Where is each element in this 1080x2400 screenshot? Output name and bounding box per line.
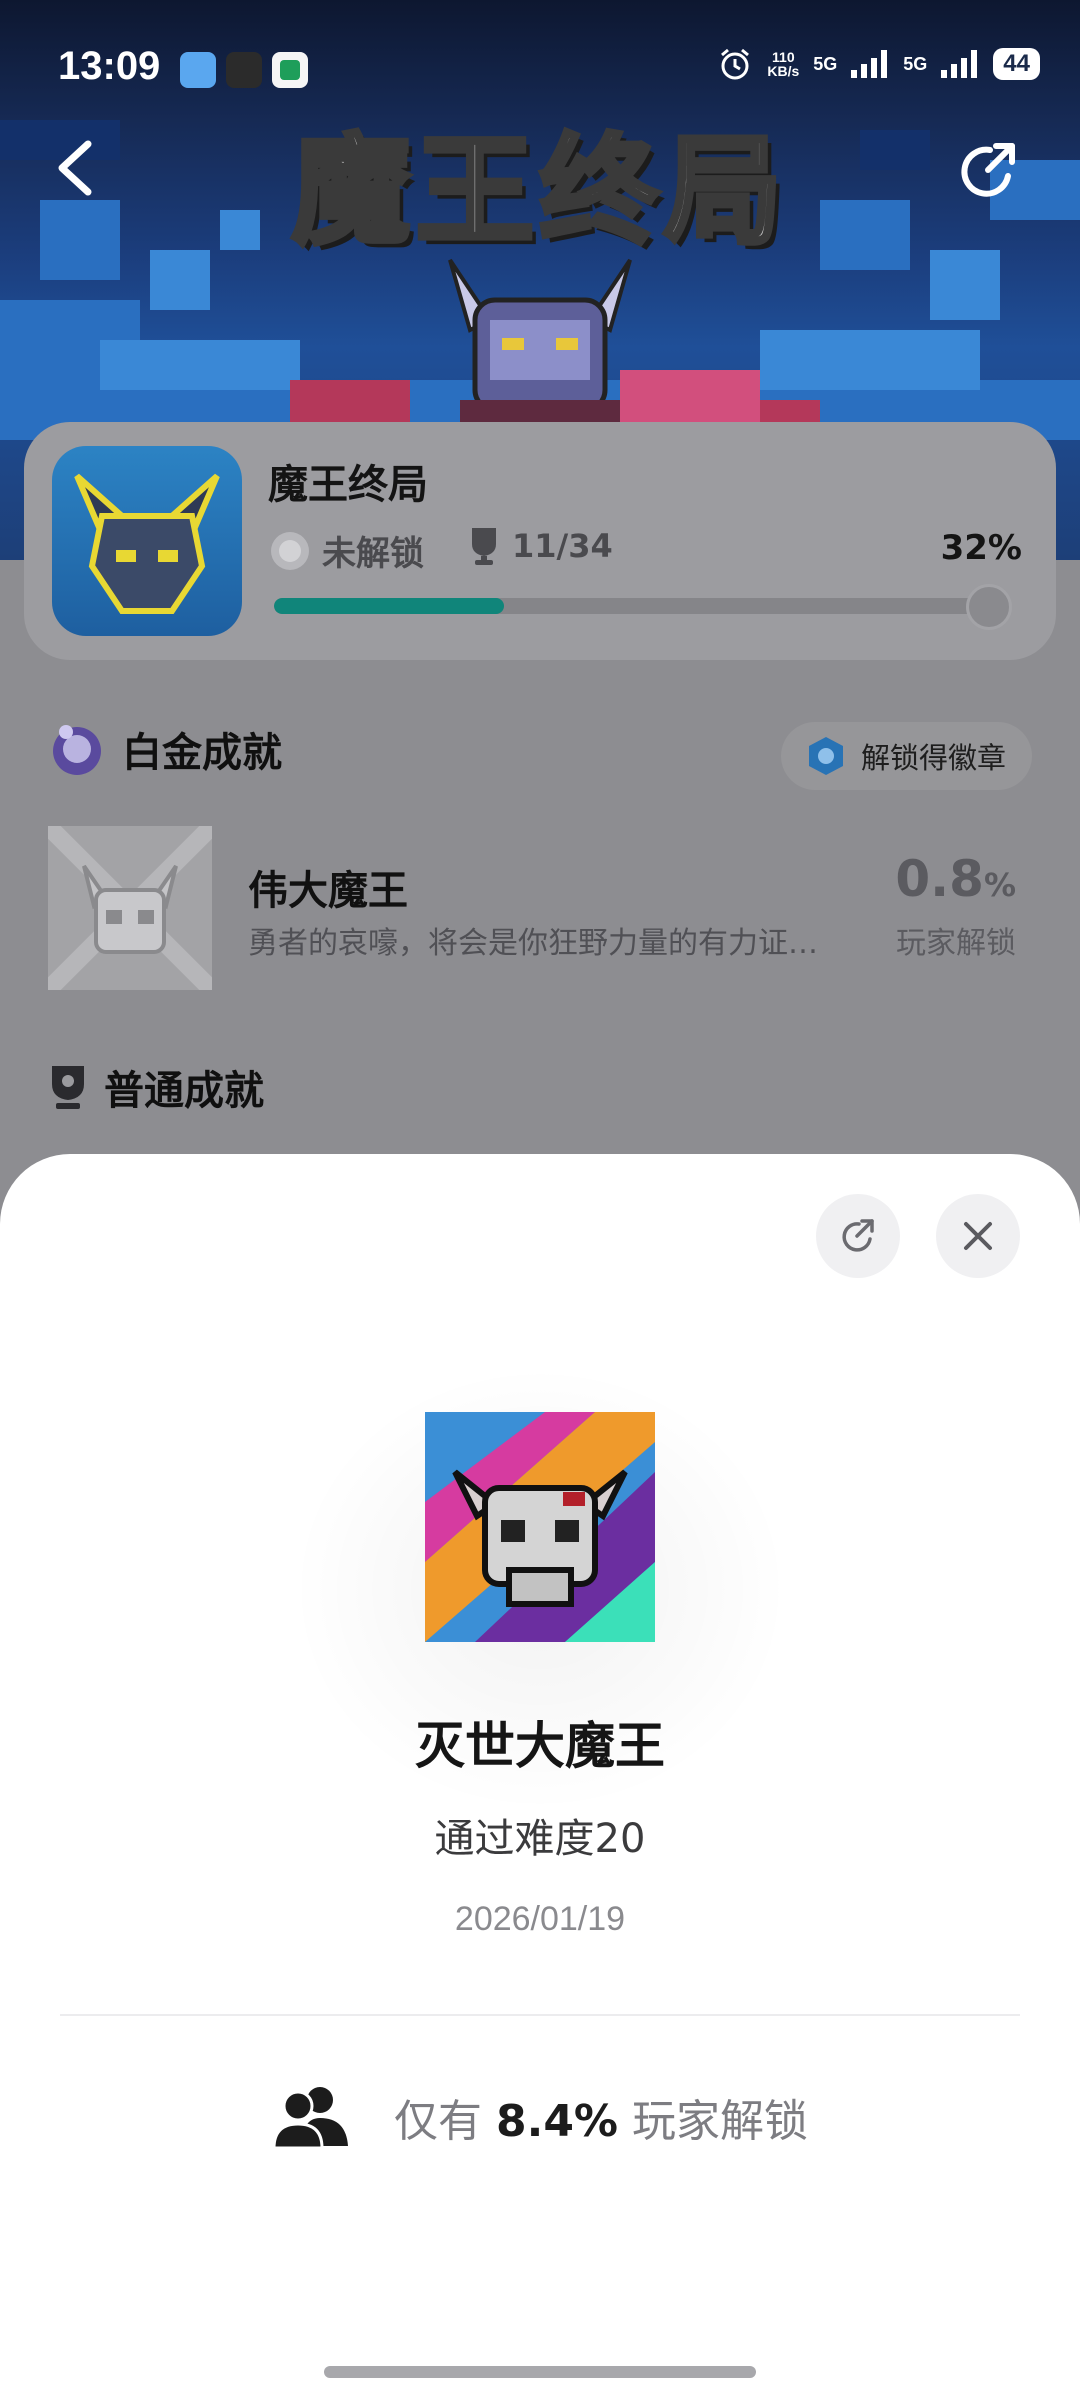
players-icon: [272, 2087, 348, 2150]
trophy-icon: [472, 528, 496, 565]
achievement-title: 灭世大魔王: [415, 1717, 665, 1775]
status-right-cluster: 110 KB/s 5G 5G 44: [717, 46, 1040, 82]
normal-heading-text: 普通成就: [104, 1068, 264, 1114]
home-indicator[interactable]: [324, 2366, 756, 2378]
progress-bar: [274, 598, 994, 614]
signal-label-2: 5G: [903, 53, 928, 74]
stat-prefix: 仅有: [393, 2096, 482, 2147]
signal-label-1: 5G: [813, 53, 838, 74]
skull-icon: [48, 826, 212, 990]
notification-app-icon: [226, 52, 262, 88]
achievement-icon: [425, 1412, 655, 1642]
unlock-stat-text: 仅有 8.4% 玩家解锁: [394, 2085, 808, 2149]
platinum-heading-text: 白金成就: [122, 730, 282, 776]
rate-unit: %: [983, 866, 1016, 904]
unlock-badge-button[interactable]: 解锁得徽章: [780, 722, 1032, 790]
game-title: 魔王终局: [268, 462, 428, 508]
share-button[interactable]: [956, 138, 1022, 204]
platinum-lock-state: 未解锁: [268, 526, 424, 575]
platinum-unlock-rate: 0.8%: [895, 850, 1016, 908]
platinum-section-heading: 白金成就: [48, 720, 282, 778]
demon-character-image: [448, 258, 632, 440]
lock-state-label: 未解锁: [322, 534, 424, 574]
signal-bars-icon: [851, 50, 888, 78]
demon-head-icon: [74, 473, 220, 614]
platinum-goal-icon: [966, 584, 1012, 630]
game-icon: [52, 446, 242, 636]
weather-app-icon: [180, 52, 216, 88]
rate-value: 0.8: [895, 850, 984, 908]
progress-bar-fill: [274, 598, 505, 614]
platinum-achievement-title: 伟大魔王: [248, 868, 408, 914]
achievement-description: 通过难度20: [434, 1816, 646, 1862]
netspeed: 110 KB/s: [767, 50, 799, 78]
trophy-count: 11/34: [468, 526, 613, 566]
status-time: 13:09: [58, 44, 161, 88]
close-icon: [964, 1222, 992, 1250]
game-summary-card[interactable]: 魔王终局 未解锁 11/34 32%: [24, 422, 1056, 660]
achievement-detail-sheet: 灭世大魔王 通过难度20 2026/01/19 仅有 8.4% 玩家解锁: [0, 1154, 1080, 2400]
sheet-share-button[interactable]: [816, 1194, 900, 1278]
badge-icon: [808, 737, 843, 775]
unlock-badge-label: 解锁得徽章: [860, 741, 1006, 775]
progress-percent: 32%: [940, 528, 1022, 568]
platinum-achievement-thumbnail: [48, 826, 212, 990]
battery-indicator: 44: [993, 48, 1040, 80]
back-button[interactable]: [50, 138, 98, 198]
status-bar: 13:09 110 KB/s 5G 5G 44: [0, 0, 1080, 140]
netspeed-value: 110: [772, 49, 795, 65]
unlock-stat-row: 仅有 8.4% 玩家解锁: [0, 2084, 1080, 2150]
stat-suffix: 玩家解锁: [632, 2096, 809, 2147]
achievement-date: 2026/01/19: [454, 1900, 626, 1938]
trophy-icon: [52, 1066, 84, 1109]
platinum-achievement-description: 勇者的哀嚎，将会是你狂野力量的有力证…: [248, 926, 818, 961]
sheet-close-button[interactable]: [936, 1194, 1020, 1278]
netspeed-unit: KB/s: [767, 63, 800, 79]
normal-section-heading: 普通成就: [48, 1058, 264, 1116]
trophy-count-label: 11/34: [512, 527, 613, 565]
stat-value: 8.4%: [495, 2096, 619, 2147]
platinum-trophy-icon: [53, 725, 101, 775]
share-icon: [842, 1219, 874, 1252]
platinum-unlock-rate-label: 玩家解锁: [896, 926, 1016, 961]
sheet-divider: [60, 2014, 1020, 2016]
alarm-icon: [721, 48, 750, 80]
signal-bars-icon-2: [941, 50, 978, 78]
sheet-app-icon: [272, 52, 308, 88]
skull-icon: [425, 1412, 655, 1642]
platinum-badge-icon: [271, 531, 309, 570]
